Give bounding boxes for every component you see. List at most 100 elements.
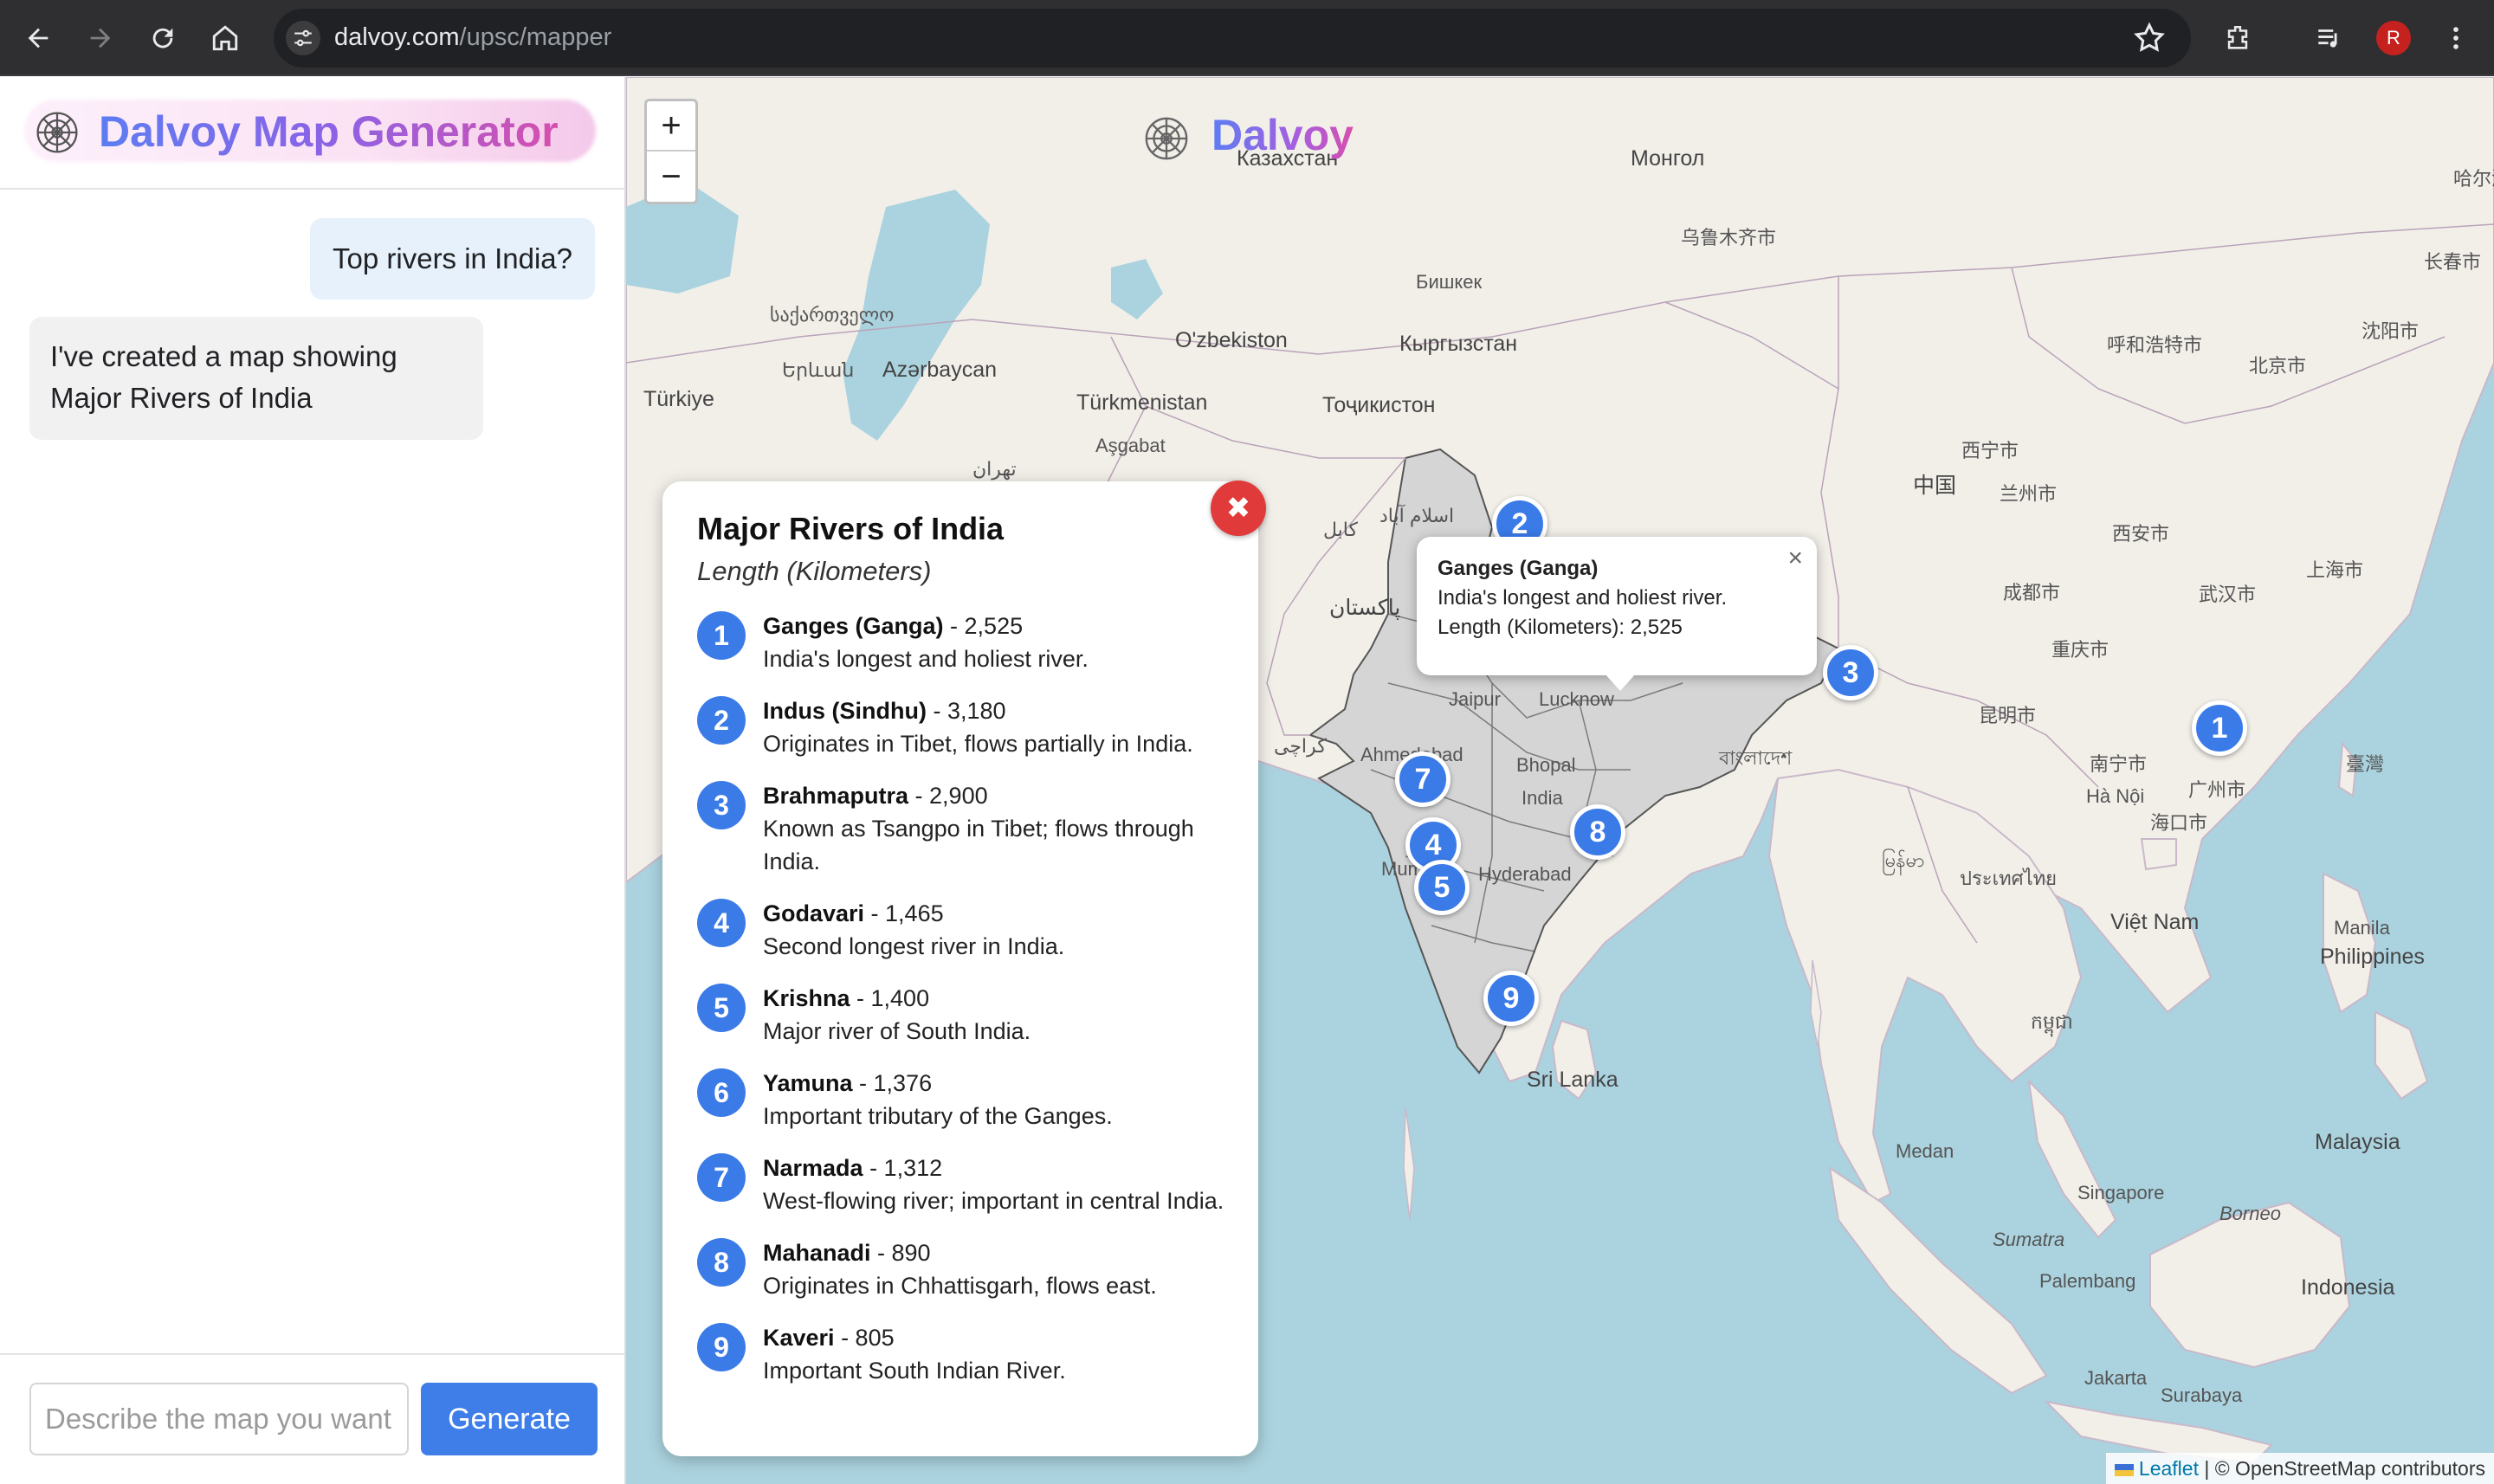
map-label: Malaysia [2315, 1130, 2400, 1154]
extensions-icon[interactable] [2219, 19, 2257, 57]
map-label: Azərbaycan [882, 358, 998, 382]
legend-number-badge: 4 [697, 899, 746, 947]
map-label: 呼和浩特市 [2107, 334, 2203, 356]
legend-item[interactable]: 6 Yamuna - 1,376 Important tributary of t… [697, 1067, 1234, 1132]
leaflet-link[interactable]: Leaflet [2139, 1457, 2199, 1480]
river-marker-5[interactable]: 5 [1414, 860, 1470, 915]
site-settings-icon[interactable] [286, 21, 320, 55]
river-name: Mahanadi [763, 1240, 871, 1266]
zoom-out-button[interactable]: − [647, 152, 695, 202]
legend-item[interactable]: 3 Brahmaputra - 2,900 Known as Tsangpo in… [697, 779, 1234, 878]
legend-item[interactable]: 4 Godavari - 1,465 Second longest river i… [697, 897, 1234, 963]
map-label: မြန်မာ [1882, 849, 1925, 871]
address-bar[interactable]: dalvoy.com/upsc/mapper [274, 9, 2191, 68]
legend-item[interactable]: 8 Mahanadi - 890 Originates in Chhattisga… [697, 1236, 1234, 1302]
map-label: Երևան [782, 359, 855, 381]
legend-close-button[interactable]: ✖ [1211, 481, 1266, 536]
map-label: Philippines [2320, 945, 2425, 969]
map-label: پاکستان [1329, 596, 1401, 620]
legend-title: Major Rivers of India [697, 511, 1005, 546]
river-length: - 1,376 [852, 1070, 933, 1096]
river-name: Kaveri [763, 1325, 835, 1351]
generate-button[interactable]: Generate [421, 1383, 598, 1455]
river-description: Major river of South India. [763, 1018, 1031, 1044]
river-length: - 805 [834, 1325, 895, 1351]
map-label: Кыргызстан [1399, 332, 1518, 356]
map-label: تهران [972, 458, 1017, 480]
map-label: Hà Nội [2086, 785, 2145, 807]
menu-icon[interactable] [2437, 19, 2475, 57]
map-label: Sumatra [1993, 1229, 2065, 1250]
map-label: 哈尔滨市 [2453, 168, 2494, 190]
legend-item[interactable]: 1 Ganges (Ganga) - 2,525 India's longest … [697, 610, 1234, 675]
river-name: Ganges (Ganga) [763, 613, 944, 639]
media-icon[interactable] [2310, 19, 2349, 57]
river-length: - 1,312 [863, 1155, 943, 1181]
legend-number-badge: 9 [697, 1323, 746, 1371]
map-label: Manila [2334, 917, 2390, 939]
url-text[interactable]: dalvoy.com/upsc/mapper [334, 23, 611, 52]
map-label: বাংলাদেশ [1719, 747, 1793, 769]
map-label: 武汉市 [2199, 584, 2257, 605]
legend-item[interactable]: 7 Narmada - 1,312 West-flowing river; imp… [697, 1152, 1234, 1217]
reload-icon[interactable] [144, 19, 182, 57]
map-label: 北京市 [2249, 355, 2307, 377]
legend-number-badge: 1 [697, 611, 746, 660]
map-label: اسلام آباد [1379, 505, 1455, 526]
chat-sidebar: Dalvoy Map Generator Top rivers in India… [0, 77, 626, 1484]
forward-icon[interactable] [81, 19, 120, 57]
map-label: Jaipur [1449, 688, 1501, 710]
river-description: Originates in Chhattisgarh, flows east. [763, 1273, 1157, 1299]
sidebar-header: Dalvoy Map Generator [0, 77, 624, 190]
map-label: Indonesia [2301, 1275, 2395, 1300]
map-label: Aşgabat [1095, 435, 1166, 456]
map-label: Hyderabad [1478, 863, 1572, 885]
map-attribution: Leaflet | © OpenStreetMap contributors [2105, 1453, 2494, 1484]
home-icon[interactable] [206, 19, 244, 57]
river-name: Godavari [763, 900, 865, 926]
map-label: 长春市 [2424, 251, 2482, 273]
map-prompt-input[interactable] [29, 1383, 409, 1455]
map-label: 中国 [1913, 474, 1957, 498]
legend-number-badge: 8 [697, 1238, 746, 1287]
river-length: - 3,180 [926, 698, 1006, 724]
map-label: Тоҷикистон [1322, 393, 1436, 417]
map-label: ประเทศไทย [1960, 868, 2058, 889]
map-canvas[interactable]: Монгол Казахстан O'zbekiston Кыргызстан … [626, 77, 2494, 1484]
user-message: Top rivers in India? [310, 218, 595, 300]
legend-item[interactable]: 2 Indus (Sindhu) - 3,180 Originates in Ti… [697, 694, 1234, 760]
leaflet-flag-icon [2114, 1463, 2134, 1476]
map-label: საქართველო [770, 304, 895, 326]
map-label: 兰州市 [2000, 483, 2058, 505]
back-icon[interactable] [19, 19, 57, 57]
river-marker-1[interactable]: 1 [2192, 700, 2247, 756]
legend-item[interactable]: 9 Kaveri - 805 Important South Indian Riv… [697, 1321, 1234, 1387]
map-label: 昆明市 [1979, 705, 2037, 726]
browser-toolbar: dalvoy.com/upsc/mapper R [0, 0, 2494, 76]
legend-number-badge: 7 [697, 1153, 746, 1202]
map-label: 海口市 [2150, 812, 2208, 834]
map-label: កម្ពុជា [2031, 1011, 2073, 1033]
legend-number-badge: 3 [697, 781, 746, 829]
river-description: Originates in Tibet, flows partially in … [763, 731, 1193, 757]
map-label: India [1522, 787, 1563, 809]
popup-description: India's longest and holiest river. [1438, 586, 1728, 610]
legend-item[interactable]: 5 Krishna - 1,400 Major river of South In… [697, 982, 1234, 1048]
map-label: Sri Lanka [1527, 1068, 1619, 1092]
legend-number-badge: 5 [697, 984, 746, 1032]
map-label: 臺灣 [2346, 753, 2385, 775]
river-marker-9[interactable]: 9 [1483, 971, 1539, 1026]
map-label: O'zbekiston [1175, 328, 1288, 352]
profile-avatar[interactable]: R [2376, 21, 2411, 55]
star-icon[interactable] [2132, 21, 2167, 55]
river-marker-7[interactable]: 7 [1395, 752, 1451, 807]
zoom-in-button[interactable]: + [647, 101, 695, 152]
river-marker-3[interactable]: 3 [1823, 645, 1878, 700]
popup-close-icon[interactable]: × [1787, 544, 1803, 573]
map-label: Бишкек [1416, 271, 1483, 293]
river-length: - 1,465 [864, 900, 944, 926]
osm-attribution: | © OpenStreetMap contributors [2204, 1457, 2485, 1480]
river-marker-8[interactable]: 8 [1570, 804, 1625, 860]
legend-list: 1 Ganges (Ganga) - 2,525 India's longest … [697, 610, 1234, 1406]
river-description: Important South Indian River. [763, 1358, 1066, 1384]
